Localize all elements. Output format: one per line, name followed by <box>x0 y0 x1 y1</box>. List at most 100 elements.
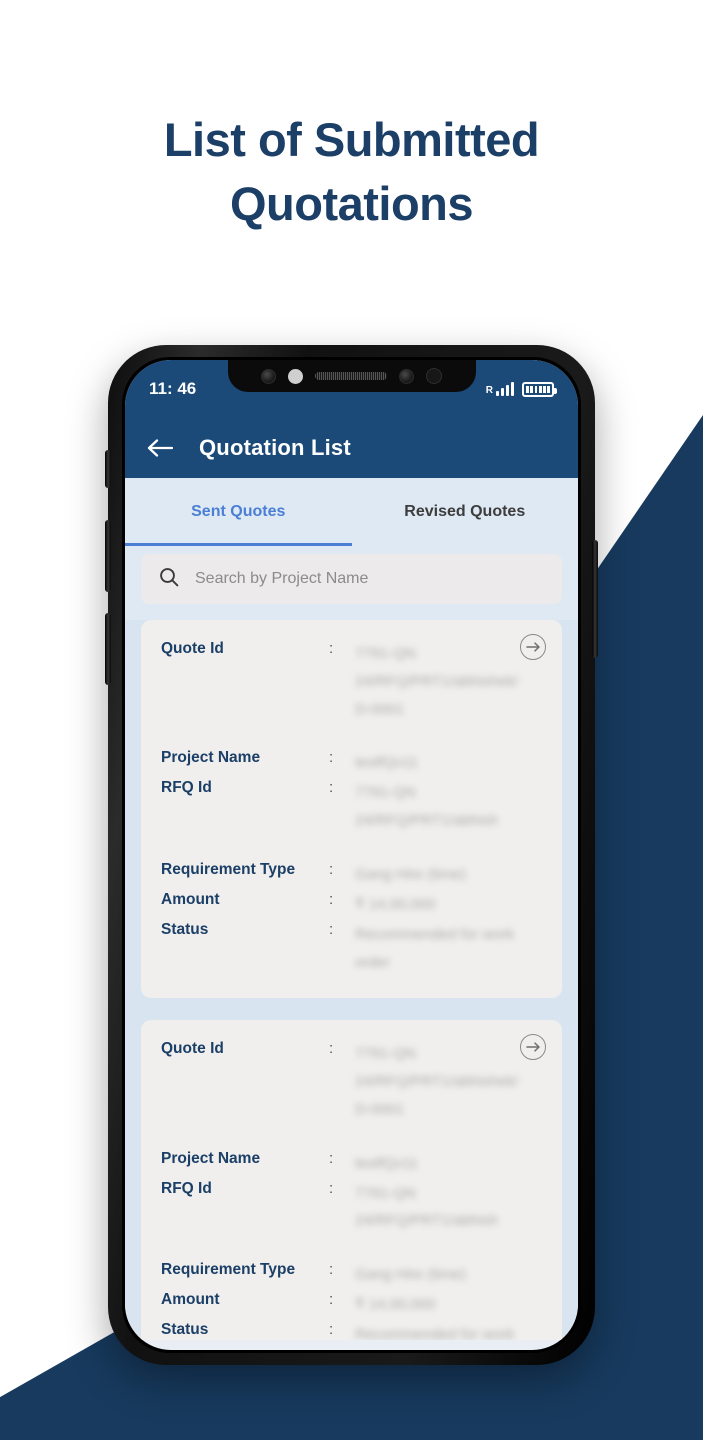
phone-device-mockup: 11: 46 R Quotation List Sent Quotes Revi… <box>105 345 598 1365</box>
label-project-name: Project Name <box>161 1149 261 1167</box>
signal-bar-2 <box>501 388 504 396</box>
separator-colon: : <box>329 890 334 908</box>
value-project-name: testfQv11 <box>355 754 419 772</box>
separator-colon: : <box>329 1179 334 1197</box>
value-rfq-id-line-2: 24/RFQ/PRT1/abhish <box>355 812 499 829</box>
battery-icon <box>522 381 557 397</box>
card-spacer <box>161 723 542 749</box>
search-input-placeholder: Search by Project Name <box>195 570 369 587</box>
arrow-left-icon[interactable] <box>147 438 173 458</box>
value-quote-id-line-2: 24/RFQ/PRT1/abhishek/ <box>355 1073 519 1090</box>
phone-notch <box>227 360 476 392</box>
value-rfq-id-line-1: 7791-QN <box>355 784 416 802</box>
separator-colon: : <box>329 1321 334 1338</box>
search-input[interactable]: Search by Project Name <box>141 554 562 604</box>
label-status: Status <box>161 1321 209 1338</box>
card-row-rfq-id: RFQ Id : 7791-QN 24/RFQ/PRT1/abhish <box>161 779 542 835</box>
page-title-line-2: Quotations <box>229 176 474 230</box>
app-bar-title: Quotation List <box>199 435 351 460</box>
card-row-requirement-type: Requirement Type : Gang Hire (time) <box>161 861 542 891</box>
search-icon <box>159 567 179 592</box>
value-rfq-id-line-1: 7791-QN <box>355 1184 416 1202</box>
tab-revised-quotes-label: Revised Quotes <box>404 503 526 520</box>
quotation-list[interactable]: Quote Id : 7791-QN 24/RFQ/PRT1/abhishek/… <box>125 620 578 1340</box>
tab-sent-quotes[interactable]: Sent Quotes <box>125 478 352 546</box>
value-quote-id-line-1: 7791-QN <box>355 645 416 662</box>
card-row-rfq-id: RFQ Id : 7791-QN 24/RFQ/PRT1/abhish <box>161 1180 542 1236</box>
label-rfq-id: RFQ Id <box>161 779 212 797</box>
card-row-status: Status : Recommended for work order <box>161 921 542 977</box>
silent-switch-button[interactable] <box>105 450 111 488</box>
label-requirement-type: Requirement Type <box>161 860 296 878</box>
page-title-line-1: List of Submitted <box>163 113 540 166</box>
search-section: Search by Project Name <box>125 546 578 620</box>
card-spacer <box>161 1124 542 1150</box>
card-row-requirement-type: Requirement Type : Gang Hire (time) <box>161 1261 542 1291</box>
phone-bezel: 11: 46 R Quotation List Sent Quotes Revi… <box>122 357 581 1353</box>
value-quote-id-line-3: D-0001 <box>355 700 405 718</box>
volume-up-button[interactable] <box>105 520 111 592</box>
card-row-project-name: Project Name : testfQv11 <box>161 749 542 779</box>
separator-colon: : <box>329 1261 334 1278</box>
value-quote-id-line-2: 24/RFQ/PRT1/abhishek/ <box>355 672 519 690</box>
label-requirement-type: Requirement Type <box>161 1261 296 1278</box>
network-type-label: R <box>485 385 493 396</box>
sensor-dot-icon <box>288 368 303 384</box>
value-status-line-2: order <box>355 953 391 971</box>
value-status: Recommended for work order <box>355 921 542 977</box>
battery-segment <box>543 385 546 393</box>
value-rfq-id: 7791-QN 24/RFQ/PRT1/abhish <box>355 779 542 835</box>
value-status-line-1: Recommended for work <box>355 1326 515 1340</box>
signal-bar-3 <box>506 385 509 396</box>
separator-colon: : <box>329 779 334 797</box>
power-button[interactable] <box>592 540 598 658</box>
tab-bar: Sent Quotes Revised Quotes <box>125 478 578 546</box>
signal-strength-icon: R <box>486 382 514 396</box>
label-rfq-id: RFQ Id <box>161 1179 212 1197</box>
battery-segment <box>538 385 542 393</box>
card-row-project-name: Project Name : testfQv11 <box>161 1150 542 1180</box>
secondary-camera-icon <box>399 368 414 384</box>
value-requirement-type: Gang Hire (time) <box>355 1266 466 1283</box>
battery-segment <box>526 385 529 393</box>
quotation-card[interactable]: Quote Id : 7791-QN 24/RFQ/PRT1/abhishek/… <box>141 620 562 999</box>
card-row-quote-id: Quote Id : 7791-QN 24/RFQ/PRT1/abhishek/… <box>161 1040 542 1123</box>
battery-segment <box>530 385 533 393</box>
separator-colon: : <box>329 920 334 938</box>
label-quote-id: Quote Id <box>161 1040 224 1058</box>
label-amount: Amount <box>161 1291 220 1308</box>
separator-colon: : <box>329 749 334 767</box>
label-status: Status <box>161 920 209 938</box>
separator-colon: : <box>329 640 334 657</box>
card-row-quote-id: Quote Id : 7791-QN 24/RFQ/PRT1/abhishek/… <box>161 640 542 723</box>
separator-colon: : <box>329 860 334 878</box>
quotation-card[interactable]: Quote Id : 7791-QN 24/RFQ/PRT1/abhishek/… <box>141 1020 562 1340</box>
proximity-sensor-icon <box>426 368 442 384</box>
value-quote-id: 7791-QN 24/RFQ/PRT1/abhishek/ D-0001 <box>355 1040 542 1123</box>
page-title: List of Submitted Quotations <box>0 108 703 236</box>
front-camera-icon <box>261 368 276 384</box>
value-project-name: testfQv11 <box>355 1154 419 1172</box>
value-quote-id-line-1: 7791-QN <box>355 1045 416 1063</box>
status-bar-time: 11: 46 <box>149 379 197 398</box>
app-bar: Quotation List <box>125 418 578 478</box>
card-row-status: Status : Recommended for work order <box>161 1321 542 1340</box>
battery-segment <box>547 385 550 393</box>
value-quote-id-line-3: D-0001 <box>355 1100 405 1118</box>
separator-colon: : <box>329 1291 334 1308</box>
tab-revised-quotes[interactable]: Revised Quotes <box>352 478 579 546</box>
tab-sent-quotes-label: Sent Quotes <box>191 503 286 520</box>
card-spacer <box>161 1235 542 1261</box>
label-quote-id: Quote Id <box>161 640 224 657</box>
earpiece-speaker-icon <box>315 372 387 380</box>
card-row-amount: Amount : ₹ 14,00,000 <box>161 1291 542 1321</box>
status-bar-indicators: R <box>486 381 557 397</box>
value-amount: ₹ 14,00,000 <box>355 1296 436 1313</box>
label-amount: Amount <box>161 890 220 908</box>
separator-colon: : <box>329 1040 334 1058</box>
volume-down-button[interactable] <box>105 613 111 685</box>
value-rfq-id-line-2: 24/RFQ/PRT1/abhish <box>355 1212 499 1230</box>
battery-segment <box>534 385 538 393</box>
card-spacer <box>161 835 542 861</box>
value-requirement-type: Gang Hire (time) <box>355 865 466 883</box>
